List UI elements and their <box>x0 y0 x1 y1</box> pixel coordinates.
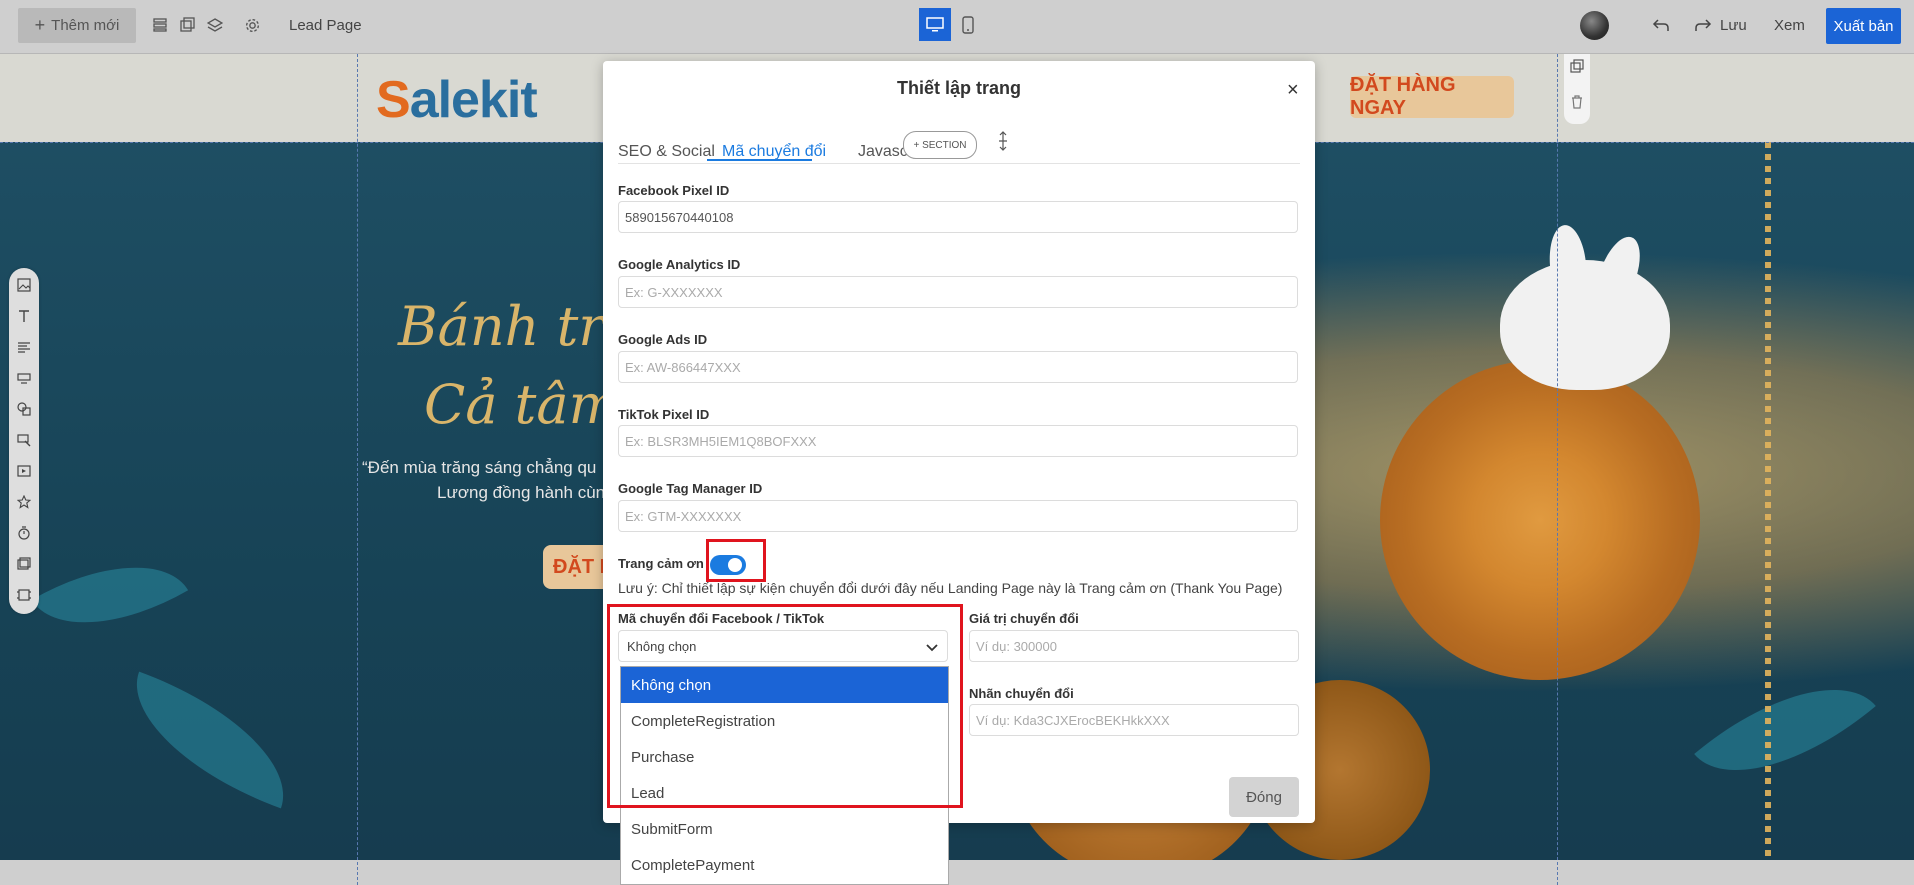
close-button[interactable]: Đóng <box>1229 777 1299 817</box>
view-button[interactable]: Xem <box>1774 17 1805 34</box>
tab-seo-social[interactable]: SEO & Social <box>618 143 715 161</box>
fb-pixel-label: Facebook Pixel ID <box>618 183 730 198</box>
button-icon[interactable] <box>15 369 33 387</box>
gtm-label: Google Tag Manager ID <box>618 481 763 496</box>
mobile-icon <box>962 16 974 34</box>
add-new-button[interactable]: + Thêm mới <box>18 8 136 43</box>
element-toolbar <box>9 268 39 614</box>
shapes-icon[interactable] <box>15 400 33 418</box>
paragraph-icon[interactable] <box>15 338 33 356</box>
redo-icon[interactable] <box>1693 15 1713 35</box>
guide-line <box>357 54 358 885</box>
timer-icon[interactable] <box>15 524 33 542</box>
mobile-view-button[interactable] <box>958 12 978 38</box>
conversion-value-input[interactable]: Ví dụ: 300000 <box>969 630 1299 662</box>
drag-handle-icon[interactable] <box>996 131 1010 156</box>
duplicate-icon[interactable] <box>1569 58 1585 79</box>
frame-icon[interactable] <box>15 586 33 604</box>
salekit-logo: Salekit <box>376 71 538 129</box>
guide-line <box>1557 54 1558 885</box>
publish-button[interactable]: Xuất bản <box>1826 8 1901 44</box>
gallery-icon[interactable] <box>15 555 33 573</box>
mooncake-image[interactable] <box>1380 360 1700 680</box>
modal-title: Thiết lập trang <box>896 78 1021 98</box>
tiktok-input[interactable]: Ex: BLSR3MH5IEM1Q8BOFXXX <box>618 425 1298 457</box>
section-actions <box>1564 54 1590 124</box>
fb-pixel-input[interactable]: 589015670440108 <box>618 201 1298 233</box>
text-icon[interactable] <box>15 307 33 325</box>
close-icon[interactable]: × <box>1287 79 1299 102</box>
desktop-icon <box>926 16 944 31</box>
avatar[interactable] <box>1580 11 1609 40</box>
footer-strip <box>0 860 1914 885</box>
trash-icon[interactable] <box>1569 94 1585 115</box>
tiktok-label: TikTok Pixel ID <box>618 407 710 422</box>
gads-input[interactable]: Ex: AW-866447XXX <box>618 351 1298 383</box>
ga-label: Google Analytics ID <box>618 257 741 272</box>
active-tab-indicator <box>707 159 812 161</box>
form-icon[interactable] <box>15 431 33 449</box>
conversion-value-label: Giá trị chuyển đổi <box>969 611 1079 626</box>
thankyou-note: Lưu ý: Chỉ thiết lập sự kiện chuyển đổi … <box>618 580 1283 596</box>
rabbit-image <box>1500 260 1670 390</box>
undo-icon[interactable] <box>1651 15 1671 35</box>
gtm-input[interactable]: Ex: GTM-XXXXXXX <box>618 500 1298 532</box>
top-toolbar: + Thêm mới Lead Page Lưu Xem Xuất bản <box>0 0 1914 54</box>
bead-string-decoration <box>1765 142 1771 860</box>
save-button[interactable]: Lưu <box>1720 17 1747 34</box>
hero-quote-line[interactable]: “Đến mùa trăng sáng chẳng qu <box>362 458 596 478</box>
sections-icon[interactable] <box>150 15 170 35</box>
highlight-toggle-box <box>706 539 766 582</box>
conversion-tag-input[interactable]: Ví dụ: Kda3CJXErocBEKHkkXXX <box>969 704 1299 736</box>
layers-icon[interactable] <box>205 15 225 35</box>
add-section-button[interactable]: + SECTION <box>903 131 977 159</box>
video-icon[interactable] <box>15 462 33 480</box>
gear-icon[interactable] <box>242 15 262 35</box>
highlight-dropdown-box <box>607 604 963 808</box>
plus-icon: + <box>34 15 46 35</box>
thankyou-label: Trang cảm ơn <box>618 556 704 571</box>
order-now-button[interactable]: ĐẶT HÀNG NGAY <box>1350 74 1514 119</box>
hero-quote-line[interactable]: Lương đồng hành cùn <box>437 483 605 503</box>
image-icon[interactable] <box>15 276 33 294</box>
ga-input[interactable]: Ex: G-XXXXXXX <box>618 276 1298 308</box>
conversion-tag-label: Nhãn chuyển đổi <box>969 686 1074 701</box>
gads-label: Google Ads ID <box>618 332 708 347</box>
star-icon[interactable] <box>15 493 33 511</box>
dropdown-option-submit-form[interactable]: SubmitForm <box>621 811 948 847</box>
dropdown-option-complete-payment[interactable]: CompletePayment <box>621 847 948 883</box>
page-name: Lead Page <box>289 17 362 34</box>
pages-icon[interactable] <box>177 15 197 35</box>
desktop-view-button[interactable] <box>919 8 951 41</box>
add-new-label: Thêm mới <box>51 17 120 34</box>
